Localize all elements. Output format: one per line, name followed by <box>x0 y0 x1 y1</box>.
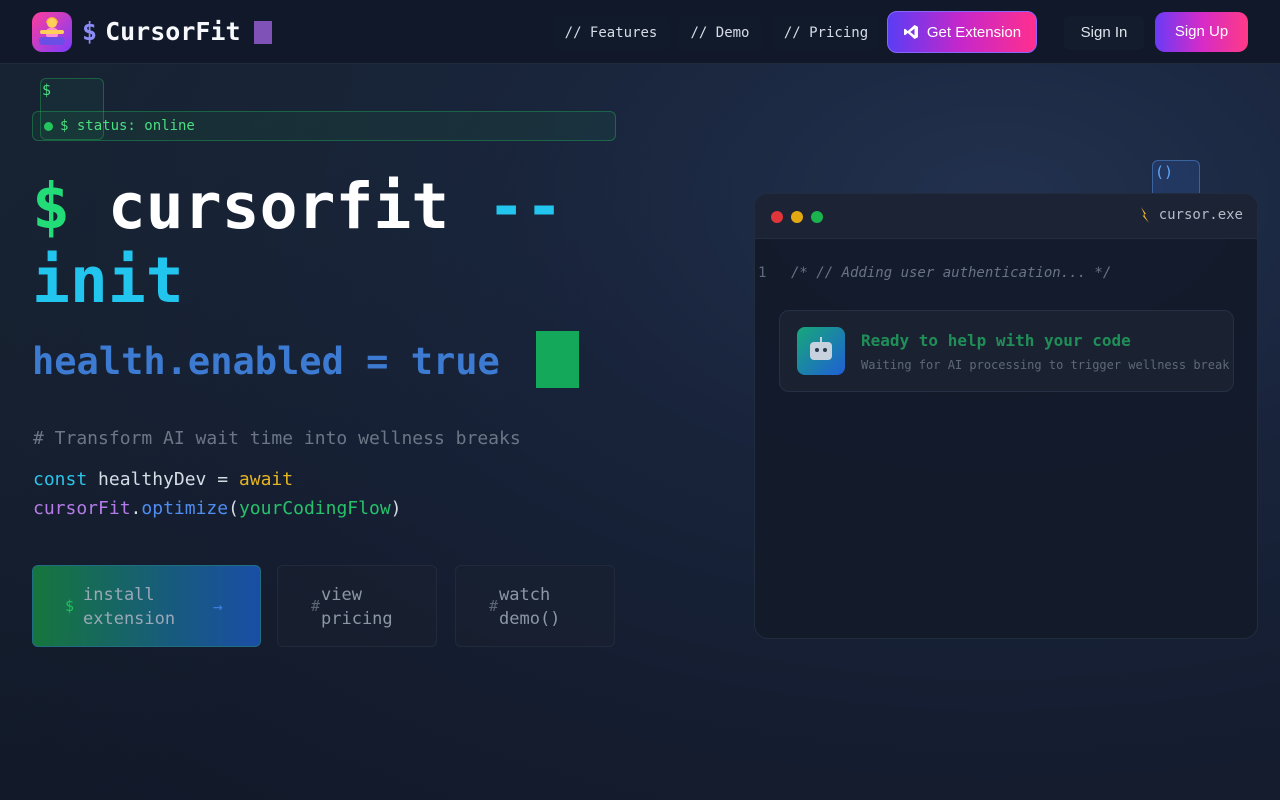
brand-name[interactable]: $ CursorFit <box>82 14 241 50</box>
nav-link-pricing[interactable]: // Pricing <box>773 16 879 50</box>
arrow-right-icon: → <box>213 597 223 616</box>
editor-title-bar: cursor.exe <box>755 194 1257 239</box>
install-extension-label: install extension <box>83 585 176 629</box>
nav-link-demo[interactable]: // Demo <box>678 16 762 50</box>
meditation-logo-icon[interactable] <box>32 12 72 52</box>
line-number: 1 <box>758 265 767 281</box>
hero-comment: # Transform AI wait time into wellness b… <box>33 428 521 449</box>
ai-status-card: Ready to help with your code Waiting for… <box>779 310 1234 392</box>
watch-demo-label: watch demo() <box>499 585 561 629</box>
file-name-label: cursor.exe <box>1158 207 1243 223</box>
install-extension-button[interactable]: $ install extension → <box>32 565 261 647</box>
hero-title: $ cursorfit -- init <box>32 170 564 317</box>
hero-subtitle: health.enabled = true <box>32 340 500 383</box>
ai-status-title: Ready to help with your code <box>861 331 1131 350</box>
code-line-2: cursorFit.optimize(yourCodingFlow) <box>33 498 402 519</box>
maximize-window-dot[interactable] <box>811 211 823 223</box>
vscode-icon <box>903 25 918 39</box>
editor-code-comment: /* // Adding user authentication... */ <box>791 265 1112 281</box>
close-window-dot[interactable] <box>771 211 783 223</box>
status-text: $ status: online <box>60 118 195 134</box>
terminal-cursor-block <box>536 331 579 388</box>
nav-link-features[interactable]: // Features <box>553 16 669 50</box>
top-navbar: $ CursorFit // Features // Demo // Pricin… <box>0 0 1280 64</box>
editor-file-tab: cursor.exe <box>1139 207 1243 223</box>
blinking-cursor <box>254 21 272 44</box>
sign-up-button[interactable]: Sign Up <box>1155 12 1248 52</box>
lightning-icon <box>1140 207 1149 223</box>
watch-demo-button[interactable]: # watch demo() <box>455 565 615 647</box>
robot-icon <box>797 327 845 375</box>
code-line-1: const healthyDev = await <box>33 469 294 490</box>
status-dot-icon <box>44 121 53 131</box>
view-pricing-label: view pricing <box>321 585 393 629</box>
status-badge: $ status: online <box>32 111 616 141</box>
sign-in-button[interactable]: Sign In <box>1064 16 1144 50</box>
code-editor-window: cursor.exe 1 /* // Adding user authentic… <box>754 193 1258 639</box>
get-extension-button[interactable]: Get Extension <box>887 11 1037 53</box>
view-pricing-button[interactable]: # view pricing <box>277 565 437 647</box>
minimize-window-dot[interactable] <box>791 211 803 223</box>
get-extension-label: Get Extension <box>926 23 1022 41</box>
ai-status-subtitle: Waiting for AI processing to trigger wel… <box>861 358 1230 372</box>
